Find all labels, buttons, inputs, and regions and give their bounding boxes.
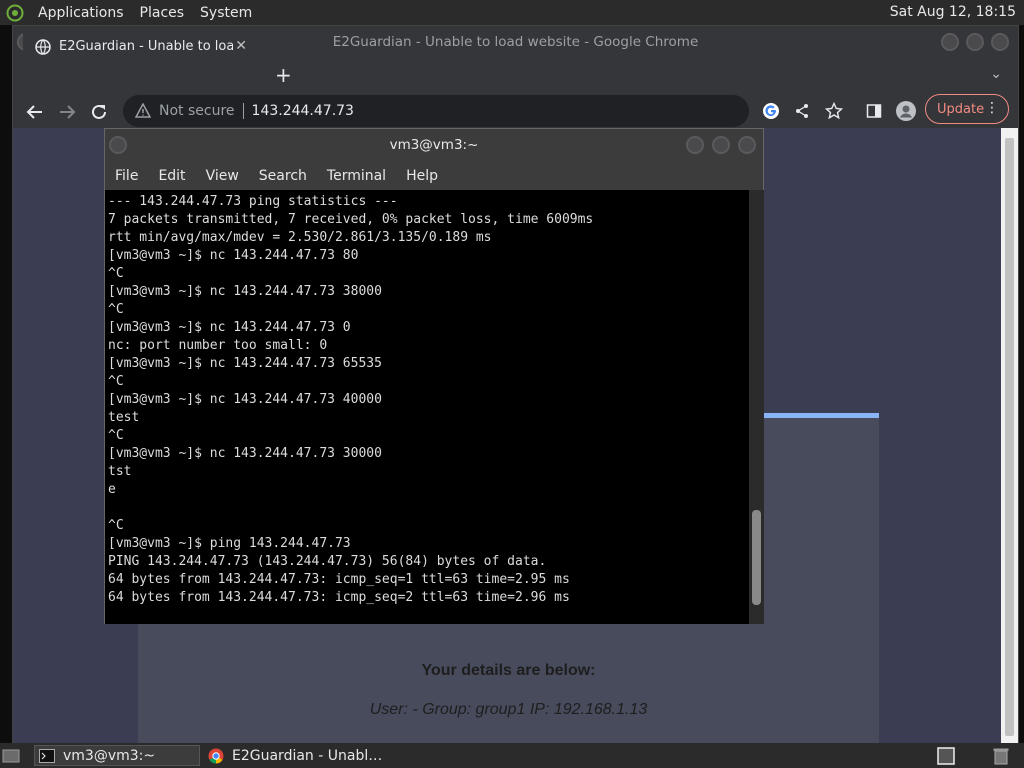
- forward-icon[interactable]: [55, 100, 79, 124]
- terminal-line: ^C: [108, 374, 124, 389]
- url-text[interactable]: 143.244.47.73: [252, 103, 354, 119]
- terminal-line: PING 143.244.47.73 (143.244.47.73) 56(84…: [108, 554, 547, 569]
- applications-menu-icon[interactable]: [6, 4, 24, 22]
- terminal-line: rtt min/avg/max/mdev = 2.530/2.861/3.135…: [108, 230, 492, 245]
- terminal-line: tst: [108, 464, 132, 479]
- chrome-window-title: E2Guardian - Unable to load website - Go…: [332, 34, 699, 50]
- page-scrollbar[interactable]: [1001, 128, 1018, 743]
- details-title: Your details are below:: [421, 662, 596, 679]
- terminal-icon: [39, 748, 55, 763]
- terminal-line: [vm3@vm3 ~]$ ping 143.244.47.73: [108, 536, 351, 551]
- tab-search-chevron-icon[interactable]: ⌄: [990, 66, 1002, 82]
- terminal-scrollbar[interactable]: [749, 190, 764, 624]
- details-line: User: - Group: group1 IP: 192.168.1.13: [369, 701, 648, 718]
- menu-search[interactable]: Search: [249, 168, 317, 184]
- toolbar: Not secure 143.244.47.73 Update ⋮: [13, 92, 1018, 132]
- workspace-switcher-icon[interactable]: [937, 745, 957, 766]
- terminal-line: 64 bytes from 143.244.47.73: icmp_seq=2 …: [108, 590, 570, 605]
- side-panel-icon[interactable]: [864, 101, 884, 121]
- minimize-button[interactable]: [941, 33, 959, 51]
- terminal-titlebar[interactable]: vm3@vm3:~: [105, 129, 763, 161]
- back-icon[interactable]: [23, 100, 47, 124]
- bookmark-star-icon[interactable]: [824, 101, 844, 121]
- top-panel: Applications Places System Sat Aug 12, 1…: [0, 0, 1024, 25]
- menu-system[interactable]: System: [192, 5, 260, 21]
- card-accent-bar: [763, 413, 879, 418]
- update-label: Update: [937, 101, 985, 117]
- menu-applications[interactable]: Applications: [30, 5, 132, 21]
- terminal-line: [vm3@vm3 ~]$ nc 143.244.47.73 80: [108, 248, 359, 263]
- terminal-window: vm3@vm3:~ File Edit View Search Terminal…: [104, 128, 764, 624]
- not-secure-label[interactable]: Not secure: [159, 103, 235, 119]
- terminal-line: 7 packets transmitted, 7 received, 0% pa…: [108, 212, 594, 227]
- terminal-line: [vm3@vm3 ~]$ nc 143.244.47.73 0: [108, 320, 351, 335]
- menu-view[interactable]: View: [196, 168, 249, 184]
- menu-file[interactable]: File: [105, 168, 148, 184]
- trash-icon[interactable]: [993, 745, 1017, 766]
- show-desktop-icon[interactable]: [2, 745, 24, 766]
- terminal-line: [vm3@vm3 ~]$ nc 143.244.47.73 30000: [108, 446, 382, 461]
- terminal-scrollbar-thumb[interactable]: [752, 510, 761, 605]
- terminal-title: vm3@vm3:~: [389, 137, 479, 153]
- terminal-line: ^C: [108, 518, 124, 533]
- terminal-window-menu-button[interactable]: [109, 136, 127, 154]
- reload-icon[interactable]: [87, 100, 111, 124]
- terminal-minimize-button[interactable]: [686, 136, 704, 154]
- chrome-icon: [208, 748, 224, 763]
- page-scrollbar-thumb[interactable]: [1005, 138, 1014, 736]
- terminal-line: [vm3@vm3 ~]$ nc 143.244.47.73 40000: [108, 392, 382, 407]
- terminal-line: e: [108, 482, 116, 497]
- terminal-line: 64 bytes from 143.244.47.73: icmp_seq=1 …: [108, 572, 570, 587]
- menu-terminal[interactable]: Terminal: [317, 168, 396, 184]
- terminal-line: --- 143.244.47.73 ping statistics ---: [108, 194, 398, 209]
- tab-title: E2Guardian - Unable to load w: [59, 39, 233, 54]
- bottom-panel: vm3@vm3:~ E2Guardian - Unabl…: [0, 743, 1024, 768]
- address-bar[interactable]: Not secure 143.244.47.73: [123, 95, 749, 127]
- taskbar-chrome-label: E2Guardian - Unabl…: [232, 747, 383, 764]
- google-lens-icon[interactable]: [761, 101, 781, 121]
- terminal-line: ^C: [108, 302, 124, 317]
- tab-e2guardian[interactable]: E2Guardian - Unable to load w ✕: [23, 29, 255, 64]
- new-tab-icon[interactable]: +: [275, 63, 292, 87]
- terminal-line: ^C: [108, 266, 124, 281]
- terminal-line: [vm3@vm3 ~]$ nc 143.244.47.73 38000: [108, 284, 382, 299]
- profile-avatar-icon[interactable]: [896, 101, 916, 121]
- warning-icon[interactable]: [135, 103, 151, 119]
- taskbar-terminal[interactable]: vm3@vm3:~: [34, 745, 200, 766]
- tab-close-icon[interactable]: ✕: [235, 38, 247, 54]
- globe-icon: [35, 38, 51, 55]
- more-menu-icon[interactable]: ⋮: [985, 100, 999, 116]
- menu-edit[interactable]: Edit: [148, 168, 195, 184]
- menu-places[interactable]: Places: [132, 5, 193, 21]
- update-button[interactable]: Update ⋮: [925, 94, 1009, 124]
- terminal-close-button[interactable]: [738, 136, 756, 154]
- terminal-menubar: File Edit View Search Terminal Help: [105, 161, 763, 190]
- terminal-maximize-button[interactable]: [712, 136, 730, 154]
- taskbar-terminal-label: vm3@vm3:~: [63, 747, 156, 764]
- terminal-line: test: [108, 410, 140, 425]
- clock[interactable]: Sat Aug 12, 18:15: [890, 4, 1016, 20]
- terminal-line: [vm3@vm3 ~]$ nc 143.244.47.73 65535: [108, 356, 382, 371]
- taskbar-chrome[interactable]: E2Guardian - Unabl…: [206, 745, 406, 766]
- maximize-button[interactable]: [966, 33, 984, 51]
- menu-help[interactable]: Help: [396, 168, 448, 184]
- terminal-line: nc: port number too small: 0: [108, 338, 328, 353]
- omnibox-separator: [242, 103, 244, 119]
- close-button[interactable]: [991, 33, 1009, 51]
- share-icon[interactable]: [792, 101, 812, 121]
- terminal-output[interactable]: --- 143.244.47.73 ping statistics --- 7 p…: [105, 190, 749, 624]
- terminal-line: ^C: [108, 428, 124, 443]
